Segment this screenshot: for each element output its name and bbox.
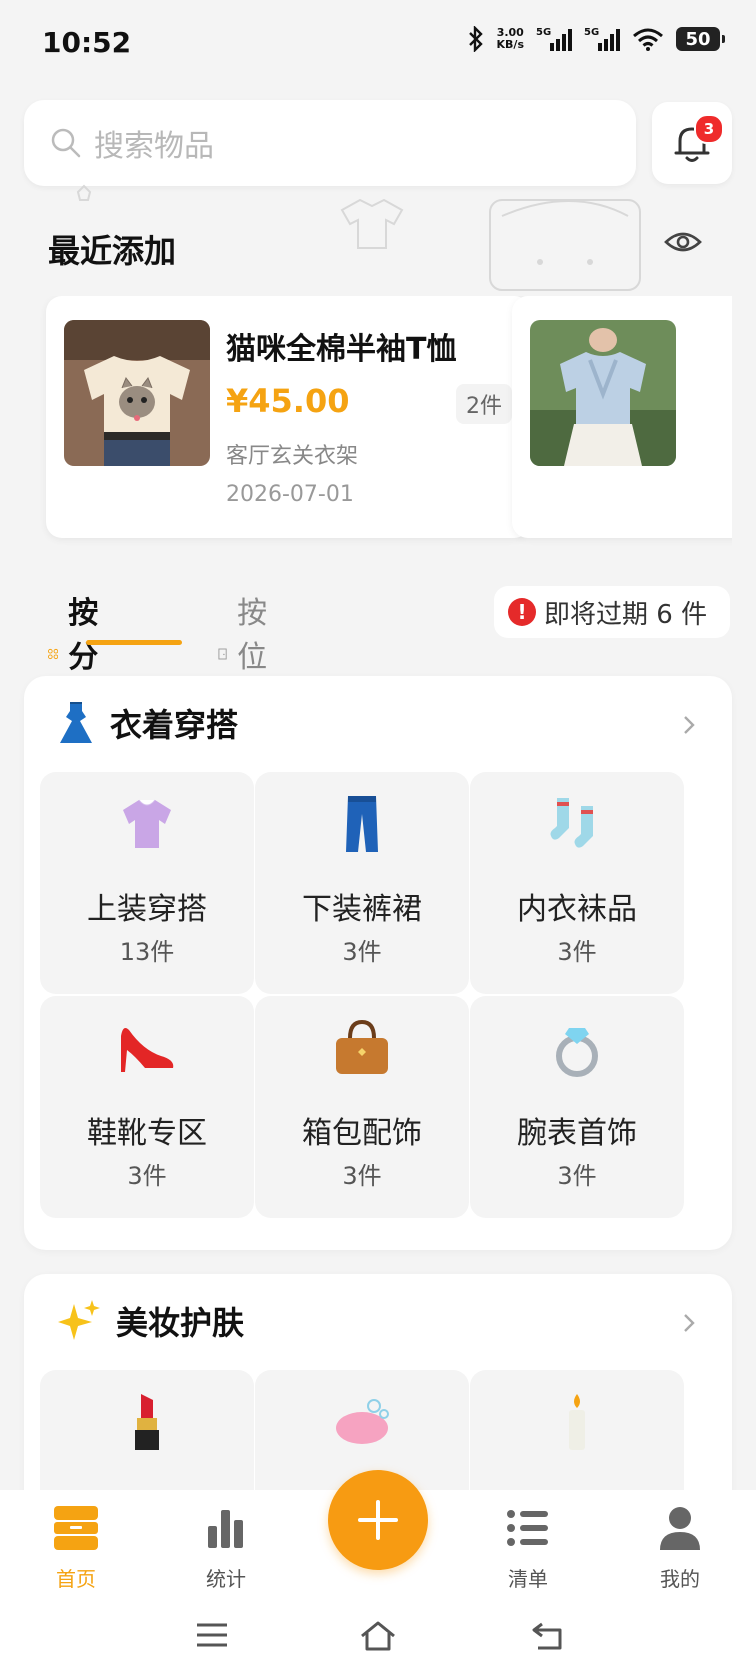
category-title: 美妆护肤 <box>116 1304 245 1342</box>
wifi-icon <box>633 28 663 51</box>
tile-label: 上装穿搭 <box>87 892 207 927</box>
lipstick-icon <box>135 1394 159 1450</box>
notification-badge: 3 <box>694 114 724 144</box>
tile-label: 鞋靴专区 <box>87 1116 207 1151</box>
status-bar: 10:52 3.00 KB/s 5G 5G 50 <box>0 0 756 90</box>
battery-icon: 50 <box>676 27 725 51</box>
nav-me[interactable]: 我的 <box>630 1504 730 1592</box>
nav-me-label: 我的 <box>660 1567 700 1591</box>
item-price: ¥45.00 <box>226 382 350 420</box>
expiring-soon-chip[interactable]: ! 即将过期 6 件 <box>494 586 730 638</box>
back-icon[interactable] <box>530 1620 566 1652</box>
recent-items-carousel[interactable]: 猫咪全棉半袖T恤 ¥45.00 2件 客厅玄关衣架 2026-07-01 <box>0 296 732 546</box>
tile-count: 3件 <box>342 938 382 966</box>
recent-item-card[interactable] <box>512 296 732 538</box>
chevron-right-icon[interactable] <box>682 1312 696 1334</box>
item-photo-blouse <box>530 320 676 466</box>
category-tile[interactable]: 腕表首饰 3件 <box>470 996 684 1218</box>
tile-count: 3件 <box>342 1162 382 1190</box>
category-header[interactable]: 美妆护肤 <box>56 1298 244 1344</box>
list-icon <box>507 1510 548 1546</box>
expiring-label: 即将过期 6 件 <box>544 599 708 630</box>
tile-count: 3件 <box>557 1162 597 1190</box>
item-photo-tshirt <box>64 320 210 466</box>
category-tile[interactable]: 内衣袜品 3件 <box>470 772 684 994</box>
chevron-right-icon[interactable] <box>682 714 696 736</box>
category-tile[interactable]: 箱包配饰 3件 <box>255 996 469 1218</box>
plus-icon <box>358 1500 398 1540</box>
notification-button[interactable]: 3 <box>652 102 732 184</box>
blouse-icon <box>123 799 171 848</box>
tile-label: 箱包配饰 <box>302 1116 422 1151</box>
search-placeholder: 搜索物品 <box>94 129 214 164</box>
tab-underline <box>86 640 182 645</box>
jeans-icon <box>346 796 378 852</box>
home-drawer-icon <box>54 1506 98 1550</box>
handbag-icon <box>336 1019 388 1074</box>
tile-label: 腕表首饰 <box>517 1116 637 1151</box>
door-icon <box>218 648 227 660</box>
recent-section-title: 最近添加 <box>48 232 177 270</box>
nav-list[interactable]: 清单 <box>478 1504 578 1592</box>
item-location: 客厅玄关衣架 <box>226 444 359 469</box>
tile-count: 3件 <box>557 938 597 966</box>
dress-icon <box>60 702 92 743</box>
category-card-clothing: 衣着穿搭 上装穿搭 13件 下装裤裙 3件 内衣袜品 3件 鞋靴专区 3件 箱包… <box>24 676 732 1250</box>
system-navigation-bar <box>0 1600 756 1680</box>
tile-count: 3件 <box>127 1162 167 1190</box>
status-icons: 3.00 KB/s 5G 5G 50 <box>467 26 725 52</box>
nav-home-label: 首页 <box>56 1567 96 1591</box>
user-icon <box>660 1507 700 1550</box>
home-icon[interactable] <box>358 1620 398 1652</box>
item-date: 2026-07-01 <box>226 482 354 507</box>
category-title: 衣着穿搭 <box>110 706 239 744</box>
status-time: 10:52 <box>42 26 132 59</box>
sparkles-icon <box>58 1300 100 1340</box>
tile-label: 下装裤裙 <box>302 892 422 927</box>
alert-icon: ! <box>508 598 536 626</box>
search-input[interactable]: 搜索物品 <box>24 100 636 186</box>
signal-icon-2: 5G <box>584 27 620 51</box>
category-tile[interactable]: 上装穿搭 13件 <box>40 772 254 994</box>
nav-home[interactable]: 首页 <box>26 1504 126 1592</box>
nav-stats-label: 统计 <box>206 1567 246 1591</box>
grid-icon <box>48 648 59 660</box>
category-header[interactable]: 衣着穿搭 <box>56 700 238 746</box>
tile-count: 13件 <box>119 938 175 966</box>
high-heel-icon <box>121 1028 174 1072</box>
item-quantity-badge: 2件 <box>456 384 512 424</box>
category-tile[interactable]: 下装裤裙 3件 <box>255 772 469 994</box>
item-name: 猫咪全棉半袖T恤 <box>226 332 457 367</box>
menu-icon[interactable] <box>194 1620 230 1650</box>
bluetooth-icon <box>468 26 483 52</box>
nav-stats[interactable]: 统计 <box>176 1504 276 1592</box>
category-tile[interactable]: 鞋靴专区 3件 <box>40 996 254 1218</box>
network-speed: 3.00 KB/s <box>496 26 524 51</box>
soap-icon <box>336 1399 389 1444</box>
recent-item-card[interactable]: 猫咪全棉半袖T恤 ¥45.00 2件 客厅玄关衣架 2026-07-01 <box>46 296 530 538</box>
bar-chart-icon <box>208 1510 243 1548</box>
add-item-button[interactable] <box>328 1470 428 1570</box>
signal-icon-1: 5G <box>536 27 572 51</box>
nav-list-label: 清单 <box>508 1567 548 1591</box>
ring-icon <box>556 1028 598 1077</box>
tile-label: 内衣袜品 <box>517 892 637 927</box>
search-icon <box>51 128 81 158</box>
eye-icon[interactable] <box>664 228 702 256</box>
candle-icon <box>569 1394 585 1450</box>
socks-icon <box>550 798 593 848</box>
